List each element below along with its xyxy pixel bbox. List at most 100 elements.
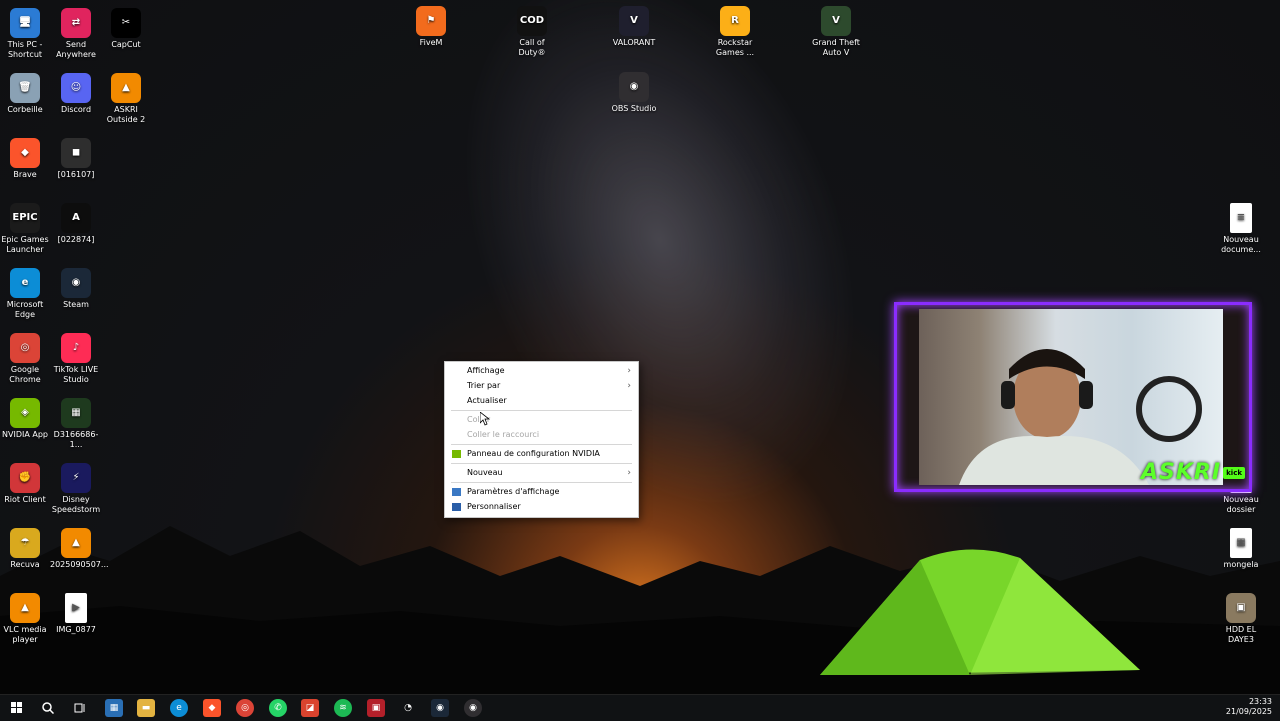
desktop-icon[interactable]: 🖥 This PC - Shortcut bbox=[0, 8, 51, 60]
desktop-icon[interactable]: e Microsoft Edge bbox=[0, 268, 51, 320]
store-icon[interactable]: ▦ bbox=[105, 699, 123, 717]
desktop-icon[interactable]: ◉ OBS Studio bbox=[608, 72, 660, 114]
desktop-icon-label: Send Anywhere bbox=[56, 40, 96, 59]
rockstar-icon: R bbox=[720, 6, 750, 36]
obs-taskbar-icon[interactable]: ◉ bbox=[464, 699, 482, 717]
menu-item-actualiser[interactable]: Actualiser bbox=[445, 394, 638, 408]
discord-icon: ☺ bbox=[61, 73, 91, 103]
menu-item-personnaliser[interactable]: Personnaliser bbox=[445, 500, 638, 514]
desktop-icon-label: [016107] bbox=[57, 170, 95, 179]
brave-icon: ◆ bbox=[10, 138, 40, 168]
desktop-icon-label: Recuva bbox=[10, 560, 40, 569]
chevron-right-icon: › bbox=[627, 381, 631, 391]
menu-separator bbox=[451, 410, 632, 411]
cod-icon: COD bbox=[517, 6, 547, 36]
video-app-icon[interactable]: ▣ bbox=[367, 699, 385, 717]
edge-icon: e bbox=[10, 268, 40, 298]
file-shortcut-icon: ▦ bbox=[61, 398, 91, 428]
desktop-icon[interactable]: ▲ VLC media player bbox=[0, 593, 51, 645]
desktop-icon[interactable]: ✊ Riot Client bbox=[0, 463, 51, 505]
recuva-icon: ☂ bbox=[10, 528, 40, 558]
desktop-icon[interactable]: ◈ NVIDIA App bbox=[0, 398, 51, 440]
task-view-icon[interactable] bbox=[71, 699, 89, 717]
display-settings-icon bbox=[452, 488, 461, 496]
desktop-icon-label: VLC media player bbox=[3, 625, 47, 644]
obs-icon: ◉ bbox=[619, 72, 649, 102]
desktop-icon[interactable]: ◆ Brave bbox=[0, 138, 51, 180]
menu-item-parametres-affichage[interactable]: Paramètres d'affichage bbox=[445, 485, 638, 499]
menu-item-nouveau[interactable]: Nouveau › bbox=[445, 466, 638, 480]
desktop-icon-label: TikTok LIVE Studio bbox=[53, 365, 99, 384]
desktop-icon[interactable]: A [022874] bbox=[50, 203, 102, 245]
desktop-icon-label: This PC - Shortcut bbox=[7, 40, 43, 59]
desktop-icon-label: CapCut bbox=[111, 40, 141, 49]
desktop-icon-label: FiveM bbox=[419, 38, 443, 47]
desktop-icon-label: Disney Speedstorm bbox=[51, 495, 101, 514]
desktop-icon[interactable]: ▦ D3166686-1... bbox=[50, 398, 102, 450]
desktop-icon-label: Microsoft Edge bbox=[6, 300, 44, 319]
chevron-right-icon: › bbox=[627, 366, 631, 376]
desktop-icon-label: Corbeille bbox=[7, 105, 43, 114]
menu-separator bbox=[451, 463, 632, 464]
chrome-icon: ◎ bbox=[10, 333, 40, 363]
askri-shortcut-icon: A bbox=[61, 203, 91, 233]
desktop-icon[interactable]: ▣ HDD EL DAYE3 bbox=[1215, 593, 1267, 645]
glowing-tent bbox=[820, 549, 1140, 675]
desktop-icon[interactable]: ▲ ASKRI Outside 2 bbox=[100, 73, 152, 125]
desktop-icon[interactable]: COD Call of Duty® bbox=[506, 6, 558, 58]
desktop-icon[interactable]: V VALORANT bbox=[608, 6, 660, 48]
desktop-icon-label: mongela bbox=[1223, 560, 1259, 569]
brave-taskbar-icon[interactable]: ◆ bbox=[203, 699, 221, 717]
menu-item-nvidia[interactable]: Panneau de configuration NVIDIA bbox=[445, 447, 638, 461]
desktop-icon[interactable]: ≡ Nouveau docume... bbox=[1215, 203, 1267, 255]
desktop-icon[interactable]: ▲ 2025090507... bbox=[50, 528, 109, 570]
desktop-icon[interactable]: ⇄ Send Anywhere bbox=[50, 8, 102, 60]
steam-taskbar-icon[interactable]: ◉ bbox=[431, 699, 449, 717]
webcam-feed bbox=[919, 309, 1223, 485]
desktop-icon[interactable]: ✂ CapCut bbox=[100, 8, 152, 50]
menu-item-affichage[interactable]: Affichage › bbox=[445, 364, 638, 378]
desktop-icon[interactable]: ⚑ FiveM bbox=[405, 6, 457, 48]
app-taskbar-icon[interactable]: ◪ bbox=[301, 699, 319, 717]
search-icon[interactable] bbox=[39, 699, 57, 717]
chrome-taskbar-icon[interactable]: ◎ bbox=[236, 699, 254, 717]
image-file-icon: ▶ bbox=[65, 593, 87, 623]
desktop-icon[interactable]: EPIC Epic Games Launcher bbox=[0, 203, 51, 255]
desktop-icon[interactable]: ▶ IMG_0877 bbox=[50, 593, 102, 635]
desktop-context-menu: Affichage › Trier par › Actualiser Colle… bbox=[444, 361, 639, 518]
desktop-icon[interactable]: ◼ [016107] bbox=[50, 138, 102, 180]
riot-icon: ✊ bbox=[10, 463, 40, 493]
menu-separator bbox=[451, 444, 632, 445]
desktop-icon[interactable]: V Grand Theft Auto V bbox=[810, 6, 862, 58]
desktop-icon[interactable]: ◉ Steam bbox=[50, 268, 102, 310]
desktop-icon[interactable]: 🗑 Corbeille bbox=[0, 73, 51, 115]
desktop-icon[interactable]: ◎ Google Chrome bbox=[0, 333, 51, 385]
desktop-icon[interactable]: ♪ TikTok LIVE Studio bbox=[50, 333, 102, 385]
start-windows-icon[interactable] bbox=[8, 699, 26, 717]
gta-icon: V bbox=[821, 6, 851, 36]
person-silhouette bbox=[959, 349, 1202, 485]
edge-taskbar-icon[interactable]: e bbox=[170, 699, 188, 717]
desktop-icon[interactable]: ⚡ Disney Speedstorm bbox=[50, 463, 102, 515]
whatsapp-icon[interactable]: ✆ bbox=[269, 699, 287, 717]
desktop-icon-label: Google Chrome bbox=[9, 365, 41, 384]
capcut-icon: ✂ bbox=[111, 8, 141, 38]
desktop-icon-label: [022874] bbox=[57, 235, 95, 244]
desktop-icon-label: OBS Studio bbox=[611, 104, 657, 113]
file-explorer-icon[interactable]: ▬ bbox=[137, 699, 155, 717]
desktop-icon-label: Nouveau docume... bbox=[1221, 235, 1261, 254]
hdd-file-icon: ▣ bbox=[1226, 593, 1256, 623]
desktop-icon-label: Grand Theft Auto V bbox=[812, 38, 860, 57]
desktop-icon-label: HDD EL DAYE3 bbox=[1225, 625, 1257, 644]
desktop-icon[interactable]: ☺ Discord bbox=[50, 73, 102, 115]
spotify-icon[interactable]: ≋ bbox=[334, 699, 352, 717]
menu-item-trier-par[interactable]: Trier par › bbox=[445, 379, 638, 393]
personalize-icon bbox=[452, 503, 461, 511]
recycle-bin-icon: 🗑 bbox=[10, 73, 40, 103]
system-clock[interactable]: 23:33 21/09/2025 bbox=[1226, 697, 1272, 717]
speedometer-icon[interactable]: ◔ bbox=[399, 699, 417, 717]
desktop-icon[interactable]: R Rockstar Games ... bbox=[709, 6, 761, 58]
desktop-icon[interactable]: ▦ mongela bbox=[1215, 528, 1267, 570]
desktop-icon[interactable]: ☂ Recuva bbox=[0, 528, 51, 570]
desktop-icon-label: Riot Client bbox=[4, 495, 46, 504]
